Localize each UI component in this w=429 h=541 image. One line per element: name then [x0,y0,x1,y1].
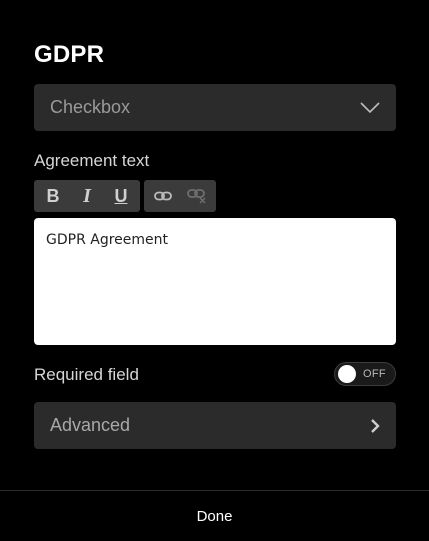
unlink-button[interactable] [180,180,214,212]
advanced-section-button[interactable]: Advanced [34,402,396,449]
underline-button[interactable]: U [104,180,138,212]
agreement-text-editor[interactable]: GDPR Agreement [34,218,396,345]
field-type-select[interactable]: Checkbox [34,84,396,131]
format-toolbar: B I U [34,180,216,212]
bold-button[interactable]: B [36,180,70,212]
text-style-group: B I U [34,180,140,212]
chevron-down-icon [360,101,380,113]
link-button[interactable] [146,180,180,212]
unlink-icon [187,189,206,204]
chevron-right-icon [371,418,380,433]
done-button[interactable]: Done [0,491,429,541]
toggle-knob [338,365,356,383]
toggle-state-text: OFF [363,368,386,380]
link-icon [154,191,172,201]
panel-title: GDPR [34,41,105,68]
advanced-label: Advanced [50,415,131,435]
link-group [144,180,216,212]
agreement-text-label: Agreement text [34,151,150,170]
field-type-value: Checkbox [50,97,131,117]
italic-button[interactable]: I [70,180,104,212]
required-field-label: Required field [34,365,139,384]
required-field-toggle[interactable]: OFF [334,362,396,386]
